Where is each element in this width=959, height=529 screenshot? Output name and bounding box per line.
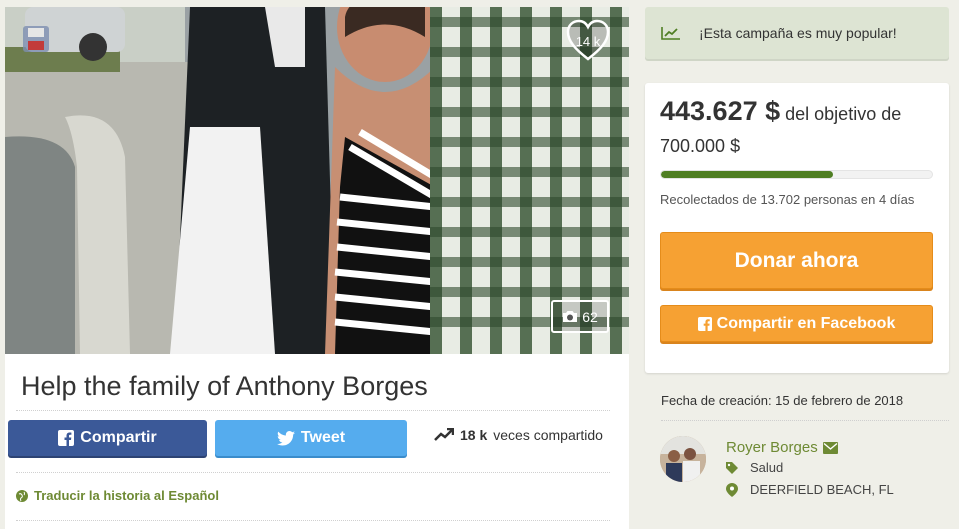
facebook-share-label: Compartir	[80, 429, 157, 446]
translate-label: Traducir la historia al Español	[34, 488, 219, 503]
envelope-icon[interactable]	[822, 441, 838, 454]
facebook-icon	[697, 316, 712, 331]
heart-count: 14 k	[575, 34, 601, 49]
organizer-location: DEERFIELD BEACH, FL	[726, 482, 894, 497]
donate-button[interactable]: Donar ahora	[660, 232, 933, 289]
globe-icon	[16, 489, 28, 502]
camera-icon	[563, 311, 578, 322]
creation-date: Fecha de creación: 15 de febrero de 2018	[661, 393, 904, 408]
organizer-name-link[interactable]: Royer Borges	[726, 439, 838, 456]
collected-text: Recolectados de 13.702 personas en 4 día…	[660, 192, 915, 207]
save-icon[interactable]	[22, 25, 50, 53]
tag-icon	[726, 461, 738, 474]
organizer-name: Royer Borges	[726, 439, 818, 456]
facebook-share-button[interactable]: Compartir	[8, 420, 207, 456]
divider	[16, 472, 610, 473]
tweet-button[interactable]: Tweet	[215, 420, 407, 456]
campaign-photo[interactable]: 14 k 62	[5, 7, 629, 354]
divider	[16, 520, 610, 521]
avatar[interactable]	[660, 436, 706, 482]
page-title: Help the family of Anthony Borges	[21, 371, 428, 401]
location-pin-icon	[726, 482, 738, 497]
share-count-value: 18 k	[460, 427, 488, 443]
twitter-icon	[276, 430, 295, 446]
campaign-photo-image	[5, 7, 629, 354]
raised-amount: 443.627 $	[660, 96, 781, 126]
divider	[16, 410, 610, 411]
facebook-share-orange-label: Compartir en Facebook	[716, 314, 896, 332]
category-label: Salud	[750, 460, 784, 475]
progress-fill	[661, 171, 833, 178]
photo-count: 62	[582, 308, 598, 325]
donation-card: 443.627 $ del objetivo de 700.000 $ Reco…	[645, 83, 949, 373]
facebook-icon	[58, 430, 75, 446]
facebook-share-orange-button[interactable]: Compartir en Facebook	[660, 305, 933, 342]
share-count-suffix: veces compartido	[493, 427, 603, 443]
translate-link[interactable]: Traducir la historia al Español	[16, 488, 219, 503]
photo-gallery-button[interactable]: 62	[551, 300, 609, 333]
popular-text: ¡Esta campaña es muy popular!	[699, 25, 897, 41]
divider	[661, 420, 949, 421]
share-count: 18 k veces compartido	[434, 427, 603, 443]
chart-trend-icon	[661, 27, 680, 40]
tweet-label: Tweet	[300, 429, 346, 446]
location-label: DEERFIELD BEACH, FL	[750, 482, 894, 497]
raised-summary: 443.627 $ del objetivo de 700.000 $	[660, 95, 940, 162]
popular-banner: ¡Esta campaña es muy popular!	[645, 7, 949, 59]
organizer-category: Salud	[726, 460, 783, 475]
progress-bar	[660, 170, 933, 179]
like-heart-button[interactable]: 14 k	[565, 19, 611, 63]
trending-icon	[434, 428, 454, 441]
